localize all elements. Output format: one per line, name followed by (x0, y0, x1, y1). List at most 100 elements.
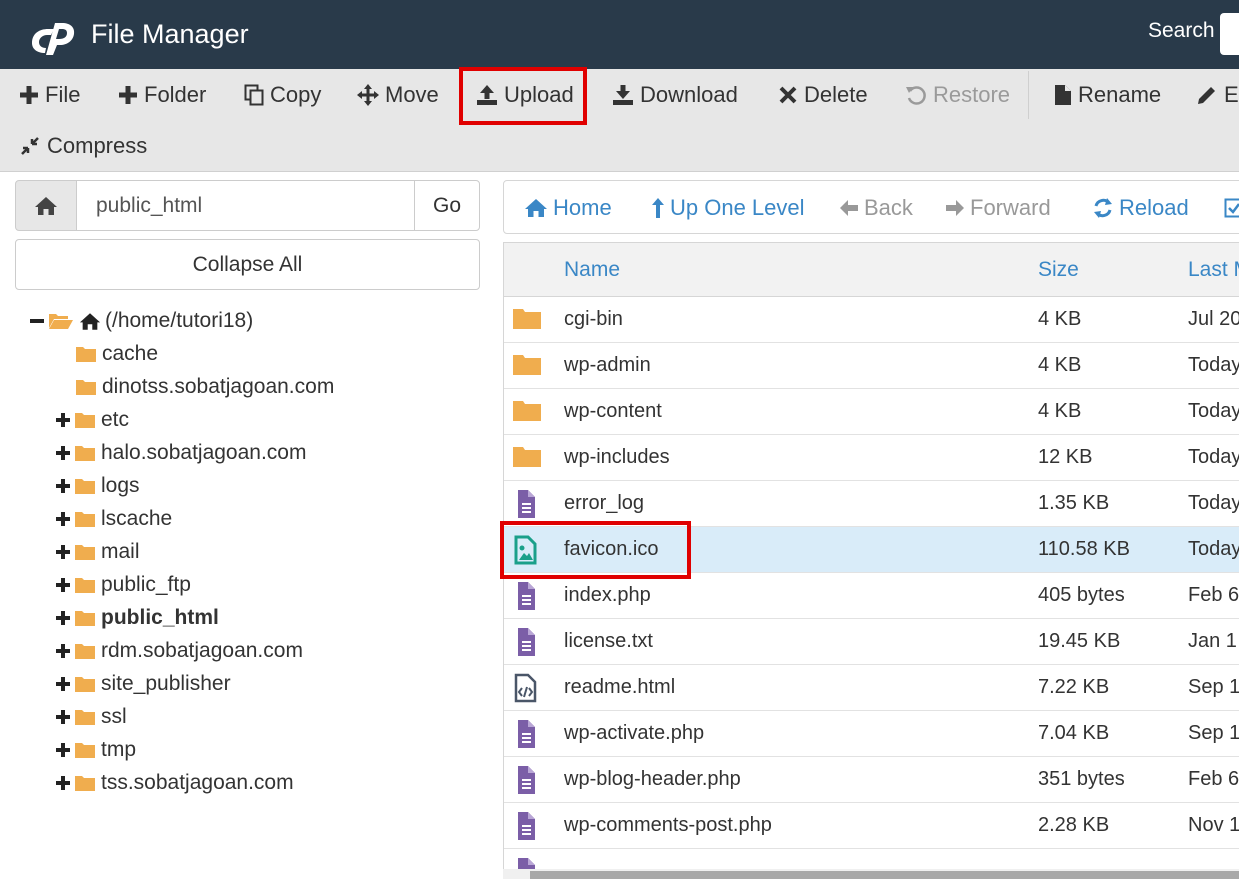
reload-link[interactable]: Reload (1092, 181, 1189, 235)
download-label: Download (640, 82, 738, 107)
new-file-label: File (45, 82, 81, 107)
scrollbar-thumb[interactable] (530, 871, 1239, 879)
table-row[interactable]: readme.html 7.22 KB Sep 1 (504, 665, 1239, 711)
expand-toggle-icon[interactable] (56, 578, 70, 592)
restore-label: Restore (933, 82, 1011, 107)
tree-item-label: logs (101, 474, 140, 497)
folder-icon (513, 355, 541, 375)
collapse-all-button[interactable]: Collapse All (15, 239, 480, 290)
table-row[interactable]: cgi-bin 4 KB Jul 20 (504, 297, 1239, 343)
compress-button[interactable]: Compress (19, 131, 147, 161)
tree-item-halo[interactable]: halo.sobatjagoan.com (56, 438, 306, 468)
delete-button[interactable]: Delete (778, 80, 868, 110)
tree-item-label: mail (101, 540, 140, 563)
tree-item-label: halo.sobatjagoan.com (101, 441, 307, 464)
app-header: File Manager Search (0, 0, 1239, 69)
tree-item-lscache[interactable]: lscache (56, 504, 172, 534)
file-size: 351 bytes (1038, 768, 1125, 790)
file-size: 4 KB (1038, 354, 1082, 376)
table-row[interactable]: license.txt 19.45 KB Jan 1 (504, 619, 1239, 665)
table-row[interactable]: wp-content 4 KB Today (504, 389, 1239, 435)
expand-toggle-icon[interactable] (56, 413, 70, 427)
go-button[interactable]: Go (414, 180, 480, 231)
folder-icon (75, 643, 95, 659)
expand-toggle-icon[interactable] (56, 446, 70, 460)
table-row[interactable]: index.php 405 bytes Feb 6 (504, 573, 1239, 619)
expand-toggle-icon[interactable] (56, 545, 70, 559)
tree-item-mail[interactable]: mail (56, 537, 140, 567)
expand-toggle-icon[interactable] (56, 479, 70, 493)
reload-label: Reload (1119, 195, 1189, 220)
table-row[interactable]: wp-blog-header.php 351 bytes Feb 6 (504, 757, 1239, 803)
text-file-icon (518, 812, 535, 840)
expand-toggle-icon[interactable] (56, 644, 70, 658)
file-modified: Nov 1 (1188, 814, 1239, 836)
download-button[interactable]: Download (612, 80, 738, 110)
folder-icon (513, 309, 541, 329)
collapse-toggle-icon[interactable] (30, 314, 44, 328)
table-header: Name Size Last M (504, 243, 1239, 297)
copy-label: Copy (270, 82, 322, 107)
file-size: 7.04 KB (1038, 722, 1110, 744)
back-link[interactable]: Back (839, 181, 913, 235)
path-input[interactable] (76, 180, 415, 231)
column-header-size[interactable]: Size (1038, 258, 1079, 282)
new-folder-button[interactable]: Folder (118, 80, 206, 110)
expand-toggle-icon[interactable] (56, 677, 70, 691)
folder-icon (75, 478, 95, 494)
tree-item-ssl[interactable]: ssl (56, 702, 127, 732)
tree-item-tss[interactable]: tss.sobatjagoan.com (56, 768, 294, 798)
edit-label: Ec (1224, 82, 1239, 107)
up-one-level-link[interactable]: Up One Level (651, 181, 805, 235)
move-label: Move (385, 82, 439, 107)
select-all-link[interactable] (1224, 181, 1239, 235)
navigation-bar: Home Up One Level Back Forward Reload (503, 180, 1239, 234)
file-size: 12 KB (1038, 446, 1093, 468)
file-name: wp-comments-post.php (564, 814, 772, 836)
file-size: 110.58 KB (1038, 538, 1130, 560)
move-button[interactable]: Move (357, 80, 439, 110)
rename-label: Rename (1078, 82, 1162, 107)
text-file-icon (518, 582, 535, 610)
expand-toggle-icon[interactable] (56, 743, 70, 757)
new-file-button[interactable]: File (19, 80, 80, 110)
rename-button[interactable]: Rename (1054, 80, 1161, 110)
edit-button[interactable]: Ec (1196, 80, 1239, 110)
compress-label: Compress (47, 133, 148, 158)
tree-item-tmp[interactable]: tmp (56, 735, 136, 765)
folder-icon (75, 544, 95, 560)
home-directory-button[interactable] (15, 180, 77, 231)
search-input[interactable] (1220, 13, 1239, 55)
tree-item-etc[interactable]: etc (56, 405, 129, 435)
restore-button[interactable]: Restore (905, 80, 1010, 110)
home-link[interactable]: Home (524, 181, 612, 235)
file-modified: Jan 1 (1188, 630, 1237, 652)
file-modified: Sep 1 (1188, 676, 1239, 698)
tree-item-site-publisher[interactable]: site_publisher (56, 669, 231, 699)
refresh-icon (1094, 198, 1112, 218)
table-row[interactable]: wp-includes 12 KB Today (504, 435, 1239, 481)
file-modified: Today (1188, 354, 1239, 376)
column-header-name[interactable]: Name (564, 258, 620, 282)
tree-item-rdm[interactable]: rdm.sobatjagoan.com (56, 636, 303, 666)
expand-toggle-icon[interactable] (56, 512, 70, 526)
folder-icon (76, 379, 96, 395)
expand-toggle-icon[interactable] (56, 710, 70, 724)
table-row[interactable]: wp-comments-post.php 2.28 KB Nov 1 (504, 803, 1239, 849)
table-row[interactable]: wp-activate.php 7.04 KB Sep 1 (504, 711, 1239, 757)
forward-link[interactable]: Forward (945, 181, 1051, 235)
text-file-icon (518, 720, 535, 748)
copy-button[interactable]: Copy (244, 80, 321, 110)
tree-item-label: site_publisher (101, 672, 231, 695)
tree-item-public-html[interactable]: public_html (56, 603, 219, 633)
tree-item-cache[interactable]: cache (75, 339, 158, 369)
tree-item-logs[interactable]: logs (56, 471, 140, 501)
tree-item-home[interactable]: (/home/tutori18) (30, 306, 253, 336)
file-size: 1.35 KB (1038, 492, 1110, 514)
table-row[interactable]: wp-admin 4 KB Today (504, 343, 1239, 389)
expand-toggle-icon[interactable] (56, 776, 70, 790)
tree-item-public-ftp[interactable]: public_ftp (56, 570, 191, 600)
tree-item-dinotss[interactable]: dinotss.sobatjagoan.com (75, 372, 334, 402)
expand-toggle-icon[interactable] (56, 611, 70, 625)
column-header-last-modified[interactable]: Last M (1188, 258, 1239, 282)
